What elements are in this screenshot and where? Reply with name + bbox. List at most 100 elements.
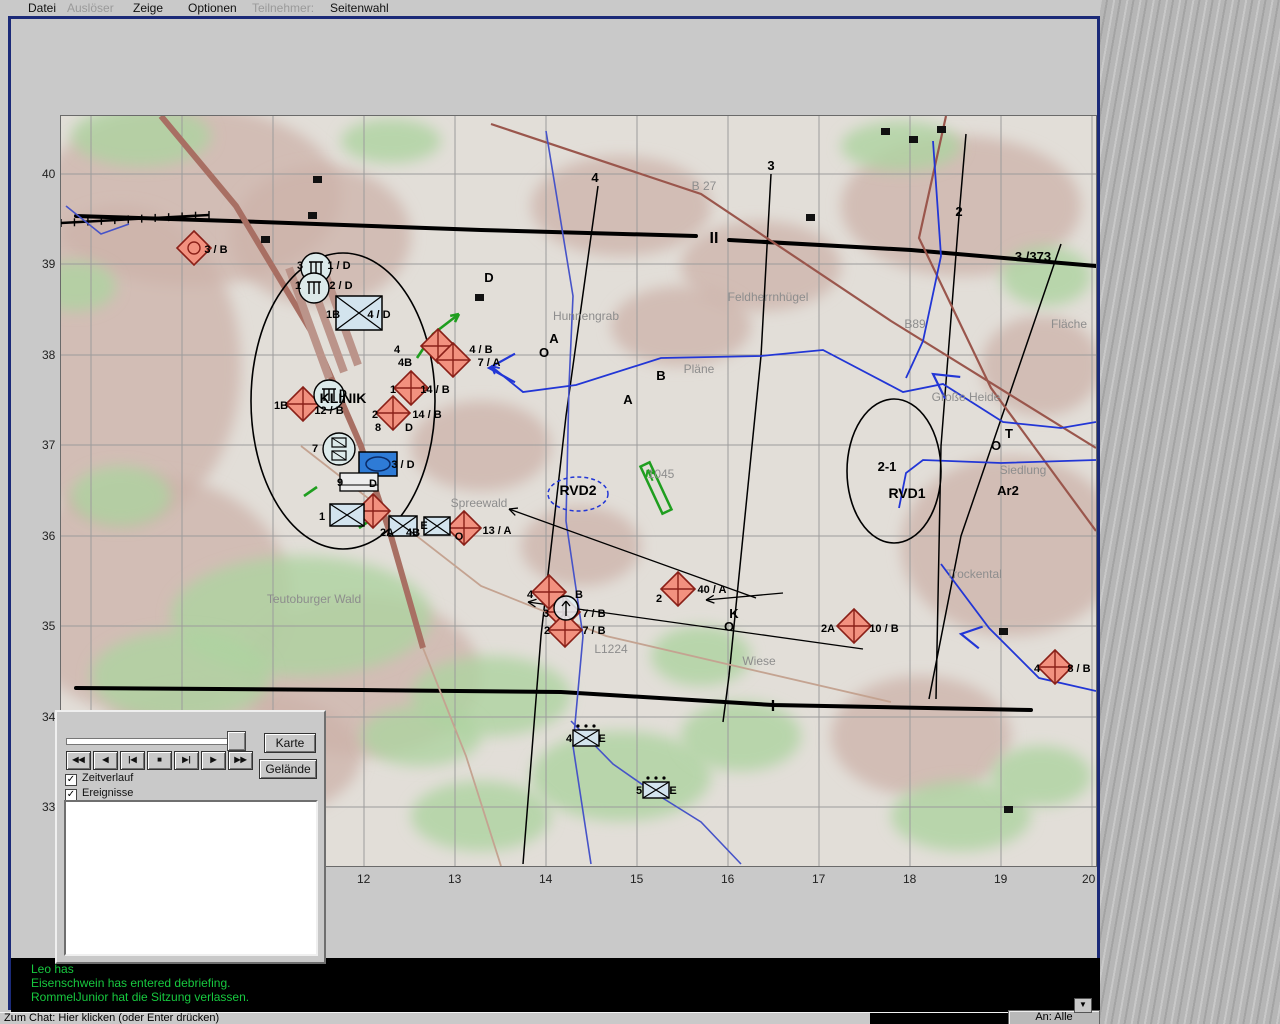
map-label: Hunnengrab (553, 309, 619, 323)
map-label: 2 (656, 593, 662, 605)
unit-red[interactable] (659, 570, 697, 608)
map-label: 4 / D (367, 309, 390, 321)
window-border-top (8, 16, 1100, 19)
menu-teilnehmer: Teilnehmer: (252, 1, 315, 15)
playback-rewind-button[interactable]: ◀◀ (66, 751, 91, 770)
karte-button[interactable]: Karte (264, 733, 316, 753)
map-label: O (724, 619, 734, 634)
unit-red[interactable] (835, 607, 873, 645)
zeitverlauf-label: Zeitverlauf (82, 772, 134, 784)
playback-play-button[interactable]: ▶ (201, 751, 226, 770)
playback-step-forward-button[interactable]: ▶| (174, 751, 199, 770)
menu-seitenwahl[interactable]: Seitenwahl (330, 1, 389, 15)
ereignisse-checkbox-row: ✓ Ereignisse (65, 787, 133, 801)
playback-back-button[interactable]: ◀ (93, 751, 118, 770)
map-label: Ar2 (997, 483, 1019, 498)
map-label: KLINIK (320, 390, 367, 406)
ereignisse-label: Ereignisse (82, 787, 134, 799)
zeitverlauf-checkbox[interactable]: ✓ (65, 774, 77, 786)
map-label: 1 (319, 511, 325, 523)
map-label: B (656, 368, 665, 383)
status-black-segment (870, 1013, 1008, 1024)
sidebar: Ende Kartentyp Gelände Sicht Wertung Auf… (1100, 0, 1280, 1024)
building-icon (909, 136, 918, 143)
menu-auslöser: Auslöser (67, 1, 114, 15)
terrain-forest (361, 706, 481, 766)
map-label: 7 / B (582, 625, 605, 637)
axis-bottom-13: 13 (448, 872, 462, 886)
map-label: Pläne (684, 362, 715, 376)
terrain-forest (71, 466, 171, 526)
menu-optionen[interactable]: Optionen (188, 1, 237, 15)
map-label: 3 (297, 260, 303, 272)
map-label: 4 (566, 733, 573, 745)
unit-red[interactable] (445, 509, 483, 547)
map-label: 3 (543, 608, 549, 620)
axis-left-33: 33 (42, 800, 56, 814)
map-label: 4 (394, 344, 401, 356)
map-label: 1 (390, 384, 396, 396)
map-label: 3 (767, 158, 774, 173)
map-label: Siedlung (1000, 463, 1047, 477)
map-label: 3 / B (204, 244, 227, 256)
time-slider-track[interactable] (66, 738, 236, 745)
map-label: A (549, 331, 559, 346)
map-label: B (575, 589, 583, 601)
chat-prompt[interactable]: Zum Chat: Hier klicken (oder Enter drück… (4, 1012, 219, 1024)
map-label: D (405, 422, 413, 434)
map-label: 12 / B (314, 405, 343, 417)
gelaende-button[interactable]: Gelände (259, 759, 317, 779)
unit-fence[interactable] (298, 272, 330, 304)
axis-bottom-19: 19 (994, 872, 1008, 886)
playback-stop-button[interactable]: ■ (147, 751, 172, 770)
time-slider-thumb[interactable] (227, 731, 246, 751)
map-label: 2A (821, 623, 835, 635)
axis-bottom-15: 15 (630, 872, 644, 886)
terrain-forest (991, 746, 1091, 806)
map-label: 2 (544, 625, 550, 637)
map-label: L1224 (594, 642, 628, 656)
terrain-hill (521, 506, 641, 586)
map-label: Trockental (946, 567, 1002, 581)
playback-step-back-button[interactable]: |◀ (120, 751, 145, 770)
building-icon (313, 176, 322, 183)
map-label: O (991, 438, 1001, 453)
map-label: 2 (372, 409, 378, 421)
unit-rectx[interactable] (329, 503, 365, 527)
event-listbox[interactable] (64, 800, 318, 956)
map-label: 14 / B (420, 384, 449, 396)
map-label: D (484, 270, 493, 285)
axis-bottom-20: 20 (1082, 872, 1096, 886)
axis-left-39: 39 (42, 257, 56, 271)
chat-area[interactable]: Leo has Eisenschwein has entered debriefi… (11, 958, 1100, 1012)
building-icon (999, 628, 1008, 635)
playback-fast-forward-button[interactable]: ▶▶ (228, 751, 253, 770)
map-label: 8 / B (1067, 663, 1090, 675)
map-label: 9 (337, 477, 343, 489)
menu-zeige[interactable]: Zeige (133, 1, 163, 15)
menu-bar: Datei Auslöser Zeige Optionen Teilnehmer: Sei… (0, 0, 1100, 15)
menu-datei[interactable]: Datei (28, 1, 56, 15)
axis-left-40: 40 (42, 167, 56, 181)
map-label: Große Heide (932, 390, 1001, 404)
unit-rectx[interactable] (423, 516, 451, 536)
unit-ladder[interactable] (322, 432, 356, 466)
map-label: 4B (406, 527, 420, 539)
map-label: 4B (398, 357, 412, 369)
axis-left-38: 38 (42, 348, 56, 362)
map-label: 4 / B (469, 344, 492, 356)
map-label: O (539, 345, 549, 360)
map-label: 7 (312, 443, 318, 455)
map-label: II (710, 230, 719, 247)
map-label: RVD2 (559, 482, 596, 498)
map-label: 40 / A (698, 584, 727, 596)
chat-scroll-down-icon[interactable]: ▼ (1074, 998, 1092, 1013)
chat-line: RommelJunior hat die Sitzung verlassen. (31, 990, 250, 1004)
map-label: 1 / D (327, 260, 350, 272)
map-label: Spreewald (451, 496, 508, 510)
axis-bottom-12: 12 (357, 872, 371, 886)
map-label: RVD1 (888, 485, 925, 501)
map-label: 14 / B (412, 409, 441, 421)
map-label: B 27 (692, 179, 717, 193)
chat-line: Leo has (31, 962, 74, 976)
